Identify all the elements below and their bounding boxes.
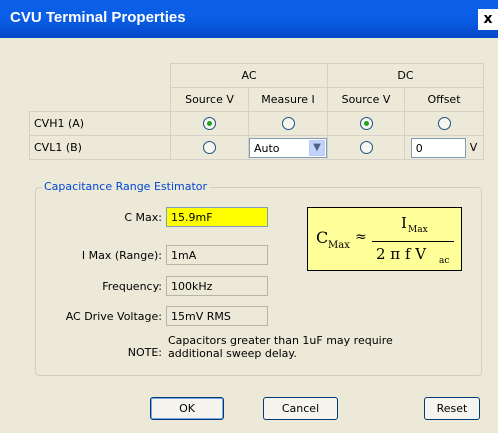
formula-lhs: C [316, 228, 329, 247]
ac-drive-voltage-label: AC Drive Voltage: [65, 310, 162, 323]
grid-corner [30, 64, 171, 88]
frequency-value: 100kHz [166, 276, 268, 296]
formula-denominator-sub: ac [439, 256, 450, 266]
cvh1-offset-cell [404, 111, 484, 136]
offset-input[interactable]: 0 [410, 137, 466, 158]
i-max-value: 1mA [166, 245, 268, 265]
grid-corner-2 [30, 88, 171, 112]
note-text: Capacitors greater than 1uF may require … [168, 334, 393, 360]
close-button[interactable]: x [478, 9, 498, 30]
c-max-value: 15.9mF [166, 207, 268, 227]
formula-numerator-sub: Max [408, 225, 428, 235]
cvl1-dc-source-v-cell [327, 135, 405, 160]
measure-i-range-value: Auto [254, 141, 280, 155]
title-bar[interactable]: CVU Terminal Properties x [0, 0, 498, 38]
column-header-dc-source-v: Source V [327, 87, 405, 112]
cvl1-measure-i-cell: Auto ▼ [248, 135, 328, 160]
cvl1-ac-source-v-radio[interactable] [203, 141, 216, 155]
cvh1-dc-source-v-cell [327, 111, 405, 136]
row-label-cvh1: CVH1 (A) [29, 111, 171, 136]
cvh1-ac-source-v-radio[interactable] [203, 117, 216, 131]
cvh1-measure-i-radio[interactable] [281, 117, 295, 131]
i-max-label: I Max (Range): [81, 249, 162, 262]
column-header-ac-source-v: Source V [170, 87, 249, 112]
offset-unit-label: V [469, 141, 478, 154]
table-row-cvh1: CVH1 (A) [29, 111, 484, 136]
cvh1-offset-radio[interactable] [437, 117, 451, 131]
cancel-button[interactable]: Cancel [263, 397, 338, 420]
ac-drive-voltage-value: 15mV RMS [166, 306, 268, 326]
window-title: CVU Terminal Properties [10, 9, 186, 26]
column-header-measure-i: Measure I [248, 87, 328, 112]
group-title: Capacitance Range Estimator [42, 180, 210, 193]
group-header-dc: DC [327, 63, 484, 88]
ok-button[interactable]: OK [150, 397, 224, 420]
formula-numerator: I [401, 214, 407, 232]
table-row-cvl1: CVL1 (B) Auto ▼ 0V [29, 135, 484, 160]
close-icon: x [483, 11, 493, 27]
note-label: NOTE: [127, 346, 162, 359]
dialog-window: CVU Terminal Properties x AC DC Source V… [0, 0, 498, 433]
formula-denominator: 2 π f V [376, 245, 427, 263]
column-header-offset: Offset [404, 87, 484, 112]
terminal-grid: AC DC Source V Measure I Source V Offset… [29, 63, 484, 160]
cvh1-dc-source-v-radio[interactable] [359, 117, 373, 131]
cvl1-offset-cell: 0V [404, 135, 484, 160]
fraction-bar [372, 241, 454, 242]
group-header-ac: AC [170, 63, 328, 88]
chevron-down-icon[interactable]: ▼ [309, 139, 325, 156]
measure-i-range-select[interactable]: Auto ▼ [249, 137, 327, 158]
frequency-label: Frequency: [102, 280, 162, 293]
formula-lhs-sub: Max [328, 240, 350, 251]
cvl1-ac-source-v-cell [170, 135, 249, 160]
c-max-label: C Max: [124, 211, 162, 224]
cvl1-dc-source-v-radio[interactable] [359, 141, 373, 155]
formula-approx: ≈ [355, 229, 367, 245]
capacitance-formula: C Max ≈ I Max 2 π f V ac [307, 207, 462, 271]
reset-button[interactable]: Reset [424, 397, 480, 420]
cvh1-ac-source-v-cell [170, 111, 249, 136]
row-label-cvl1: CVL1 (B) [29, 135, 171, 160]
cvh1-measure-i-cell [248, 111, 328, 136]
